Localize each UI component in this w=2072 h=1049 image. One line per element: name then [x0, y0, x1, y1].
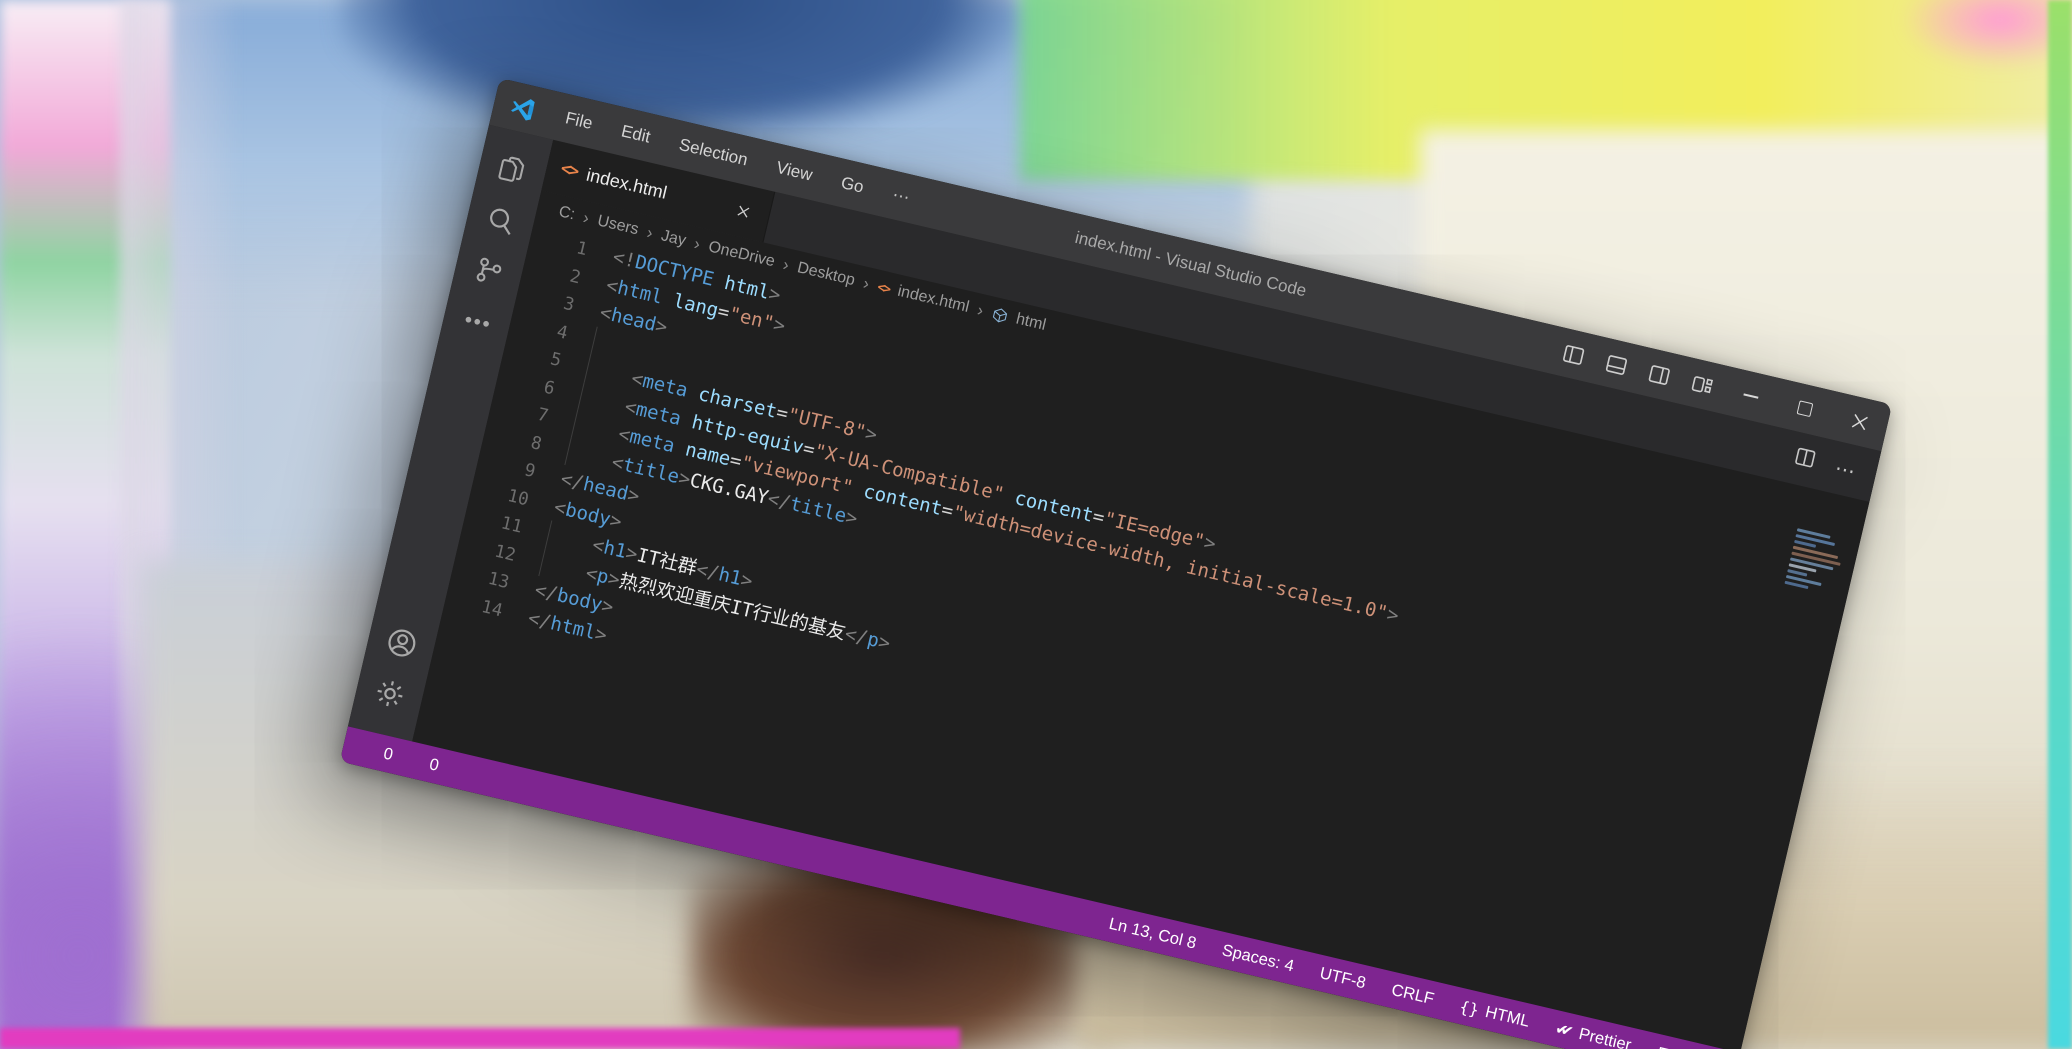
feedback-icon[interactable] [1655, 1043, 1678, 1049]
breadcrumb-separator: › [975, 300, 985, 321]
warning-count: 0 [427, 755, 440, 776]
error-icon [357, 739, 379, 761]
split-editor-icon[interactable] [1790, 444, 1819, 477]
settings-gear-icon[interactable] [360, 662, 419, 724]
background-left-fade [120, 0, 240, 1049]
more-actions-icon[interactable]: ⋯ [1833, 455, 1859, 484]
warning-icon [403, 750, 425, 772]
breadcrumb-desktop[interactable]: Desktop [795, 259, 856, 290]
menu-overflow-icon[interactable]: ⋯ [875, 177, 929, 217]
background-pink-corner [1900, 0, 2072, 70]
breadcrumb-jay[interactable]: Jay [659, 227, 687, 250]
breadcrumb-separator: › [861, 274, 871, 295]
background-magenta-stripe [0, 1028, 960, 1049]
background-mountain [340, 0, 1020, 140]
background-right-sliver [2048, 0, 2072, 1049]
breadcrumb-symbol[interactable]: html [1014, 310, 1048, 334]
breadcrumb-separator: › [692, 234, 702, 255]
vscode-logo-icon [506, 92, 538, 124]
tab-close-icon[interactable] [729, 197, 758, 226]
background-left-gradient-strip [0, 0, 170, 1049]
error-count: 0 [382, 744, 395, 765]
breadcrumb-separator: › [645, 223, 655, 244]
more-views-icon[interactable] [448, 290, 507, 352]
language-mode[interactable]: {} HTML [1458, 996, 1532, 1031]
html-file-icon: <> [876, 279, 891, 296]
vscode-window: File Edit Selection View Go ⋯ index.html… [340, 78, 1893, 1049]
breadcrumb-separator: › [781, 255, 791, 276]
background-purple-corner [0, 620, 400, 1049]
desktop: File Edit Selection View Go ⋯ index.html… [0, 0, 2072, 1049]
encoding[interactable]: UTF-8 [1318, 964, 1368, 993]
breadcrumb-separator: › [581, 208, 591, 229]
menu-go[interactable]: Go [823, 165, 881, 206]
menu-view[interactable]: View [758, 149, 830, 193]
breadcrumb-drive[interactable]: C: [557, 203, 577, 224]
eol-sequence[interactable]: CRLF [1390, 980, 1436, 1008]
braces-icon: {} [1458, 996, 1481, 1019]
tab-label: index.html [584, 164, 669, 203]
menu-edit[interactable]: Edit [603, 113, 668, 156]
breadcrumb-users[interactable]: Users [596, 212, 641, 239]
double-check-icon: ✔✔ [1554, 1019, 1569, 1039]
html-file-icon: <> [559, 159, 580, 182]
html-symbol-cube-icon [990, 306, 1009, 325]
background-green-yellow-band [1020, 0, 2072, 180]
menu-file[interactable]: File [548, 100, 611, 142]
